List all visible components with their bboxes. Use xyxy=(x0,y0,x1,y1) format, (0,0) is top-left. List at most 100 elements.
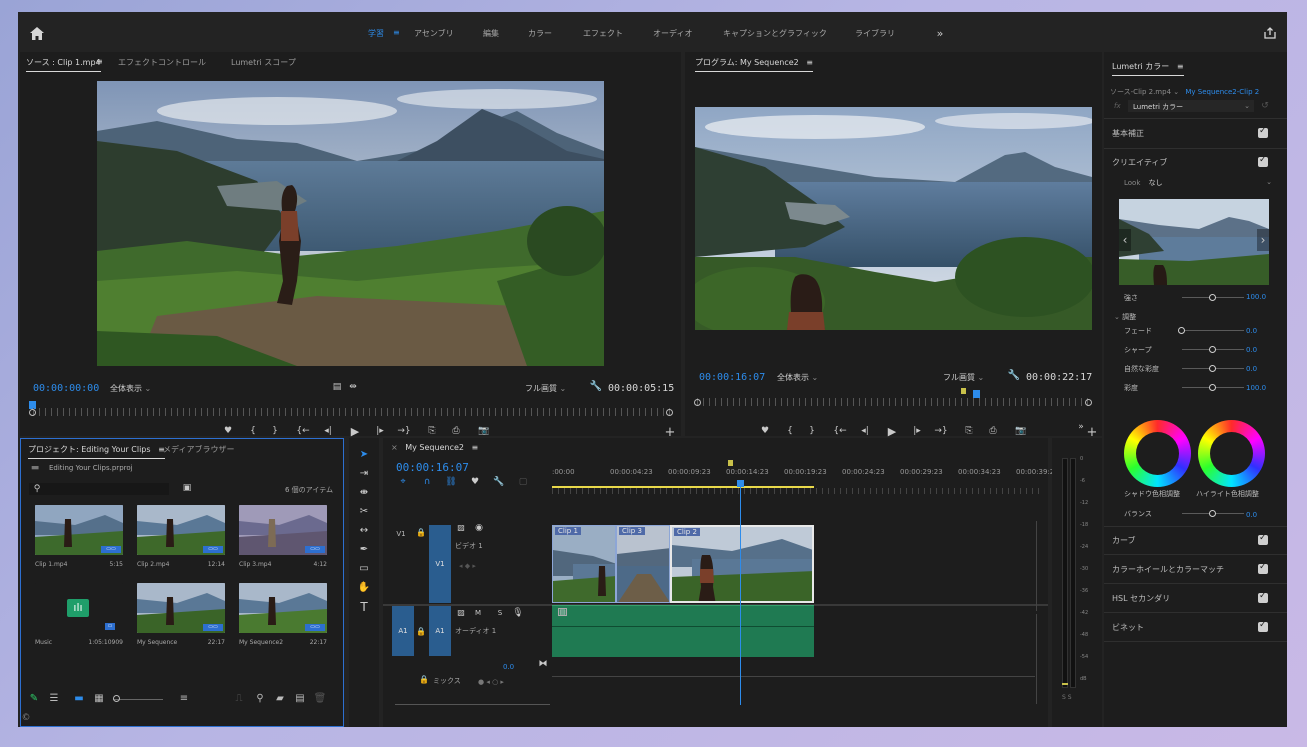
lumetri-basic-checkbox[interactable] xyxy=(1258,126,1268,138)
program-out-point-icon[interactable]: } xyxy=(804,424,820,438)
audio-clip[interactable]: ▤ xyxy=(552,605,814,657)
source-go-to-in-icon[interactable]: {← xyxy=(295,424,311,438)
source-out-point-icon[interactable]: } xyxy=(267,424,283,438)
freeform-view-icon[interactable]: ▦ xyxy=(92,692,106,706)
program-marker-icon[interactable]: ♥ xyxy=(757,424,773,438)
workspace-tab-3[interactable]: カラー xyxy=(528,28,552,39)
a1-solo-button[interactable]: S xyxy=(495,608,505,618)
source-play-icon[interactable]: ▶ xyxy=(347,424,363,438)
lumetri-vibrance-knob[interactable] xyxy=(1209,365,1216,372)
source-timecode[interactable]: 00:00:00:00 xyxy=(33,383,99,394)
program-go-to-out-icon[interactable]: →} xyxy=(933,424,949,438)
program-overwrite-icon[interactable]: ⎙ xyxy=(985,424,1001,438)
source-in-point-icon[interactable]: { xyxy=(245,424,261,438)
mix-lock-icon[interactable]: 🔒 xyxy=(419,675,429,685)
program-add-button-icon[interactable]: + xyxy=(1086,426,1098,439)
zoom-slider-knob[interactable] xyxy=(113,695,120,702)
timeline-tab[interactable]: × My Sequence2 ≡ xyxy=(391,443,478,452)
program-play-icon[interactable]: ▶ xyxy=(884,424,900,438)
type-tool-icon[interactable]: T xyxy=(357,600,371,614)
zoom-slider[interactable] xyxy=(113,699,163,700)
icon-view-icon[interactable]: ▬ xyxy=(72,692,86,706)
lumetri-curves-checkbox[interactable] xyxy=(1258,533,1268,545)
trash-icon[interactable]: 🗑 xyxy=(313,692,327,706)
project-item-thumbnail[interactable]: ▭▭ xyxy=(239,505,327,555)
timeline-v-scroll-a[interactable] xyxy=(1036,614,1042,704)
v1-source-patch[interactable]: V1 xyxy=(396,527,406,541)
source-marker-icon[interactable]: ♥ xyxy=(220,424,236,438)
timeline-close-icon[interactable]: × xyxy=(391,443,398,452)
project-item[interactable]: ▭▭ Clip 3.mp4 4:12 xyxy=(239,505,335,579)
new-bin-icon[interactable]: ▣ xyxy=(181,483,193,494)
add-marker-icon[interactable]: ♥ xyxy=(469,476,481,488)
lumetri-saturation-knob[interactable] xyxy=(1209,384,1216,391)
automate-icon[interactable]: ⎍ xyxy=(232,692,246,706)
lumetri-saturation-value[interactable]: 100.0 xyxy=(1246,384,1266,392)
program-zoom-dropdown[interactable]: 全体表示 ⌄ xyxy=(777,372,818,383)
a1-source-patch[interactable]: A1 xyxy=(392,606,414,656)
program-menu-icon[interactable]: ≡ xyxy=(806,58,813,67)
new-item-icon[interactable]: ▤ xyxy=(293,692,307,706)
workspace-tab-6[interactable]: キャプションとグラフィック xyxy=(723,28,827,39)
lumetri-creative-section[interactable]: クリエイティブ xyxy=(1112,157,1277,168)
source-menu-icon[interactable]: ≡ xyxy=(96,57,103,66)
video-clip-2[interactable]: Clip 2 xyxy=(670,525,814,603)
lumetri-sharpen-value[interactable]: 0.0 xyxy=(1246,346,1257,354)
lumetri-vignette-checkbox[interactable] xyxy=(1258,620,1268,632)
project-item[interactable]: ▭▭ Clip 1.mp4 5:15 xyxy=(35,505,131,579)
workspace-tab-7[interactable]: ライブラリ xyxy=(855,28,895,39)
timeline-v-scroll[interactable] xyxy=(1036,521,1042,611)
share-icon[interactable] xyxy=(1262,25,1278,41)
program-go-to-in-icon[interactable]: {← xyxy=(832,424,848,438)
source-zoom-dropdown[interactable]: 全体表示 ⌄ xyxy=(110,383,151,394)
v1-keyframe-nav[interactable]: ◂ ◆ ▸ xyxy=(459,562,476,570)
workspace-menu-icon[interactable]: ≡ xyxy=(393,28,400,37)
program-quality-dropdown[interactable]: フル画質 ⌄ xyxy=(943,372,984,383)
program-insert-icon[interactable]: ⎘ xyxy=(961,424,977,438)
source-tab-0[interactable]: ソース : Clip 1.mp4 xyxy=(26,57,101,72)
mix-controls[interactable]: ● ◂ ○ ▸ xyxy=(478,678,504,686)
look-next-icon[interactable]: › xyxy=(1257,229,1269,251)
program-more-icon[interactable]: » xyxy=(1077,422,1085,432)
captions-icon[interactable]: ▢ xyxy=(517,476,529,488)
timeline-h-scroll[interactable] xyxy=(395,704,550,710)
ripple-edit-tool-icon[interactable]: ⇼ xyxy=(357,486,371,500)
razor-tool-icon[interactable]: ✂ xyxy=(357,505,371,519)
lumetri-color-wheels-section[interactable]: カラーホイールとカラーマッチ xyxy=(1112,564,1224,575)
lumetri-hsl-checkbox[interactable] xyxy=(1258,591,1268,603)
lumetri-menu-icon[interactable]: ≡ xyxy=(1177,62,1184,71)
source-settings-icon[interactable]: ▤ xyxy=(332,382,342,392)
a1-target-button[interactable]: A1 xyxy=(429,606,451,656)
source-fit-icon[interactable]: ⇹ xyxy=(348,382,358,392)
source-time-ruler[interactable] xyxy=(33,408,670,416)
program-playhead[interactable] xyxy=(973,390,980,398)
lumetri-basic-section[interactable]: 基本補正 xyxy=(1112,128,1277,139)
video-clip-1[interactable]: Clip 1 xyxy=(552,525,616,603)
lumetri-color-wheels-checkbox[interactable] xyxy=(1258,562,1268,574)
lumetri-clip-selector[interactable]: ソース-Clip 2.mp4 ⌄ My Sequence2-Clip 2 xyxy=(1110,87,1259,97)
lumetri-intensity-value[interactable]: 100.0 xyxy=(1246,293,1266,301)
source-add-button-icon[interactable]: + xyxy=(664,426,676,439)
program-step-forward-icon[interactable]: |▸ xyxy=(909,424,925,438)
look-prev-icon[interactable]: ‹ xyxy=(1119,229,1131,251)
lumetri-fade-slider[interactable] xyxy=(1182,330,1244,331)
program-in-point-icon[interactable]: { xyxy=(782,424,798,438)
lumetri-look-row[interactable]: Look なし ⌄ xyxy=(1124,178,1274,190)
a1-sync-lock-icon[interactable]: ▨ xyxy=(455,608,467,618)
highlight-tint-wheel[interactable] xyxy=(1198,420,1265,487)
lumetri-adjust-section[interactable]: ⌄ 調整 xyxy=(1114,312,1136,322)
program-step-back-icon[interactable]: ◂| xyxy=(857,424,873,438)
lumetri-title[interactable]: Lumetri カラー ≡ xyxy=(1112,61,1184,76)
more-workspaces-icon[interactable]: » xyxy=(933,26,947,40)
source-tab-2[interactable]: Lumetri スコープ xyxy=(231,57,296,68)
slip-tool-icon[interactable]: ↔ xyxy=(357,524,371,538)
timeline-menu-icon[interactable]: ≡ xyxy=(472,443,479,452)
workspace-tab-0[interactable]: 学習 xyxy=(368,28,384,39)
timeline-timecode[interactable]: 00:00:16:07 xyxy=(396,461,469,474)
v1-sync-lock-icon[interactable]: ▨ xyxy=(455,523,467,533)
find-icon[interactable]: ⚲ xyxy=(253,692,267,706)
video-clip-3[interactable]: Clip 3 xyxy=(616,525,670,603)
nest-icon[interactable]: ⌖ xyxy=(397,476,409,488)
hand-tool-icon[interactable]: ✋ xyxy=(357,581,371,595)
workspace-tab-1[interactable]: アセンブリ xyxy=(414,28,454,39)
